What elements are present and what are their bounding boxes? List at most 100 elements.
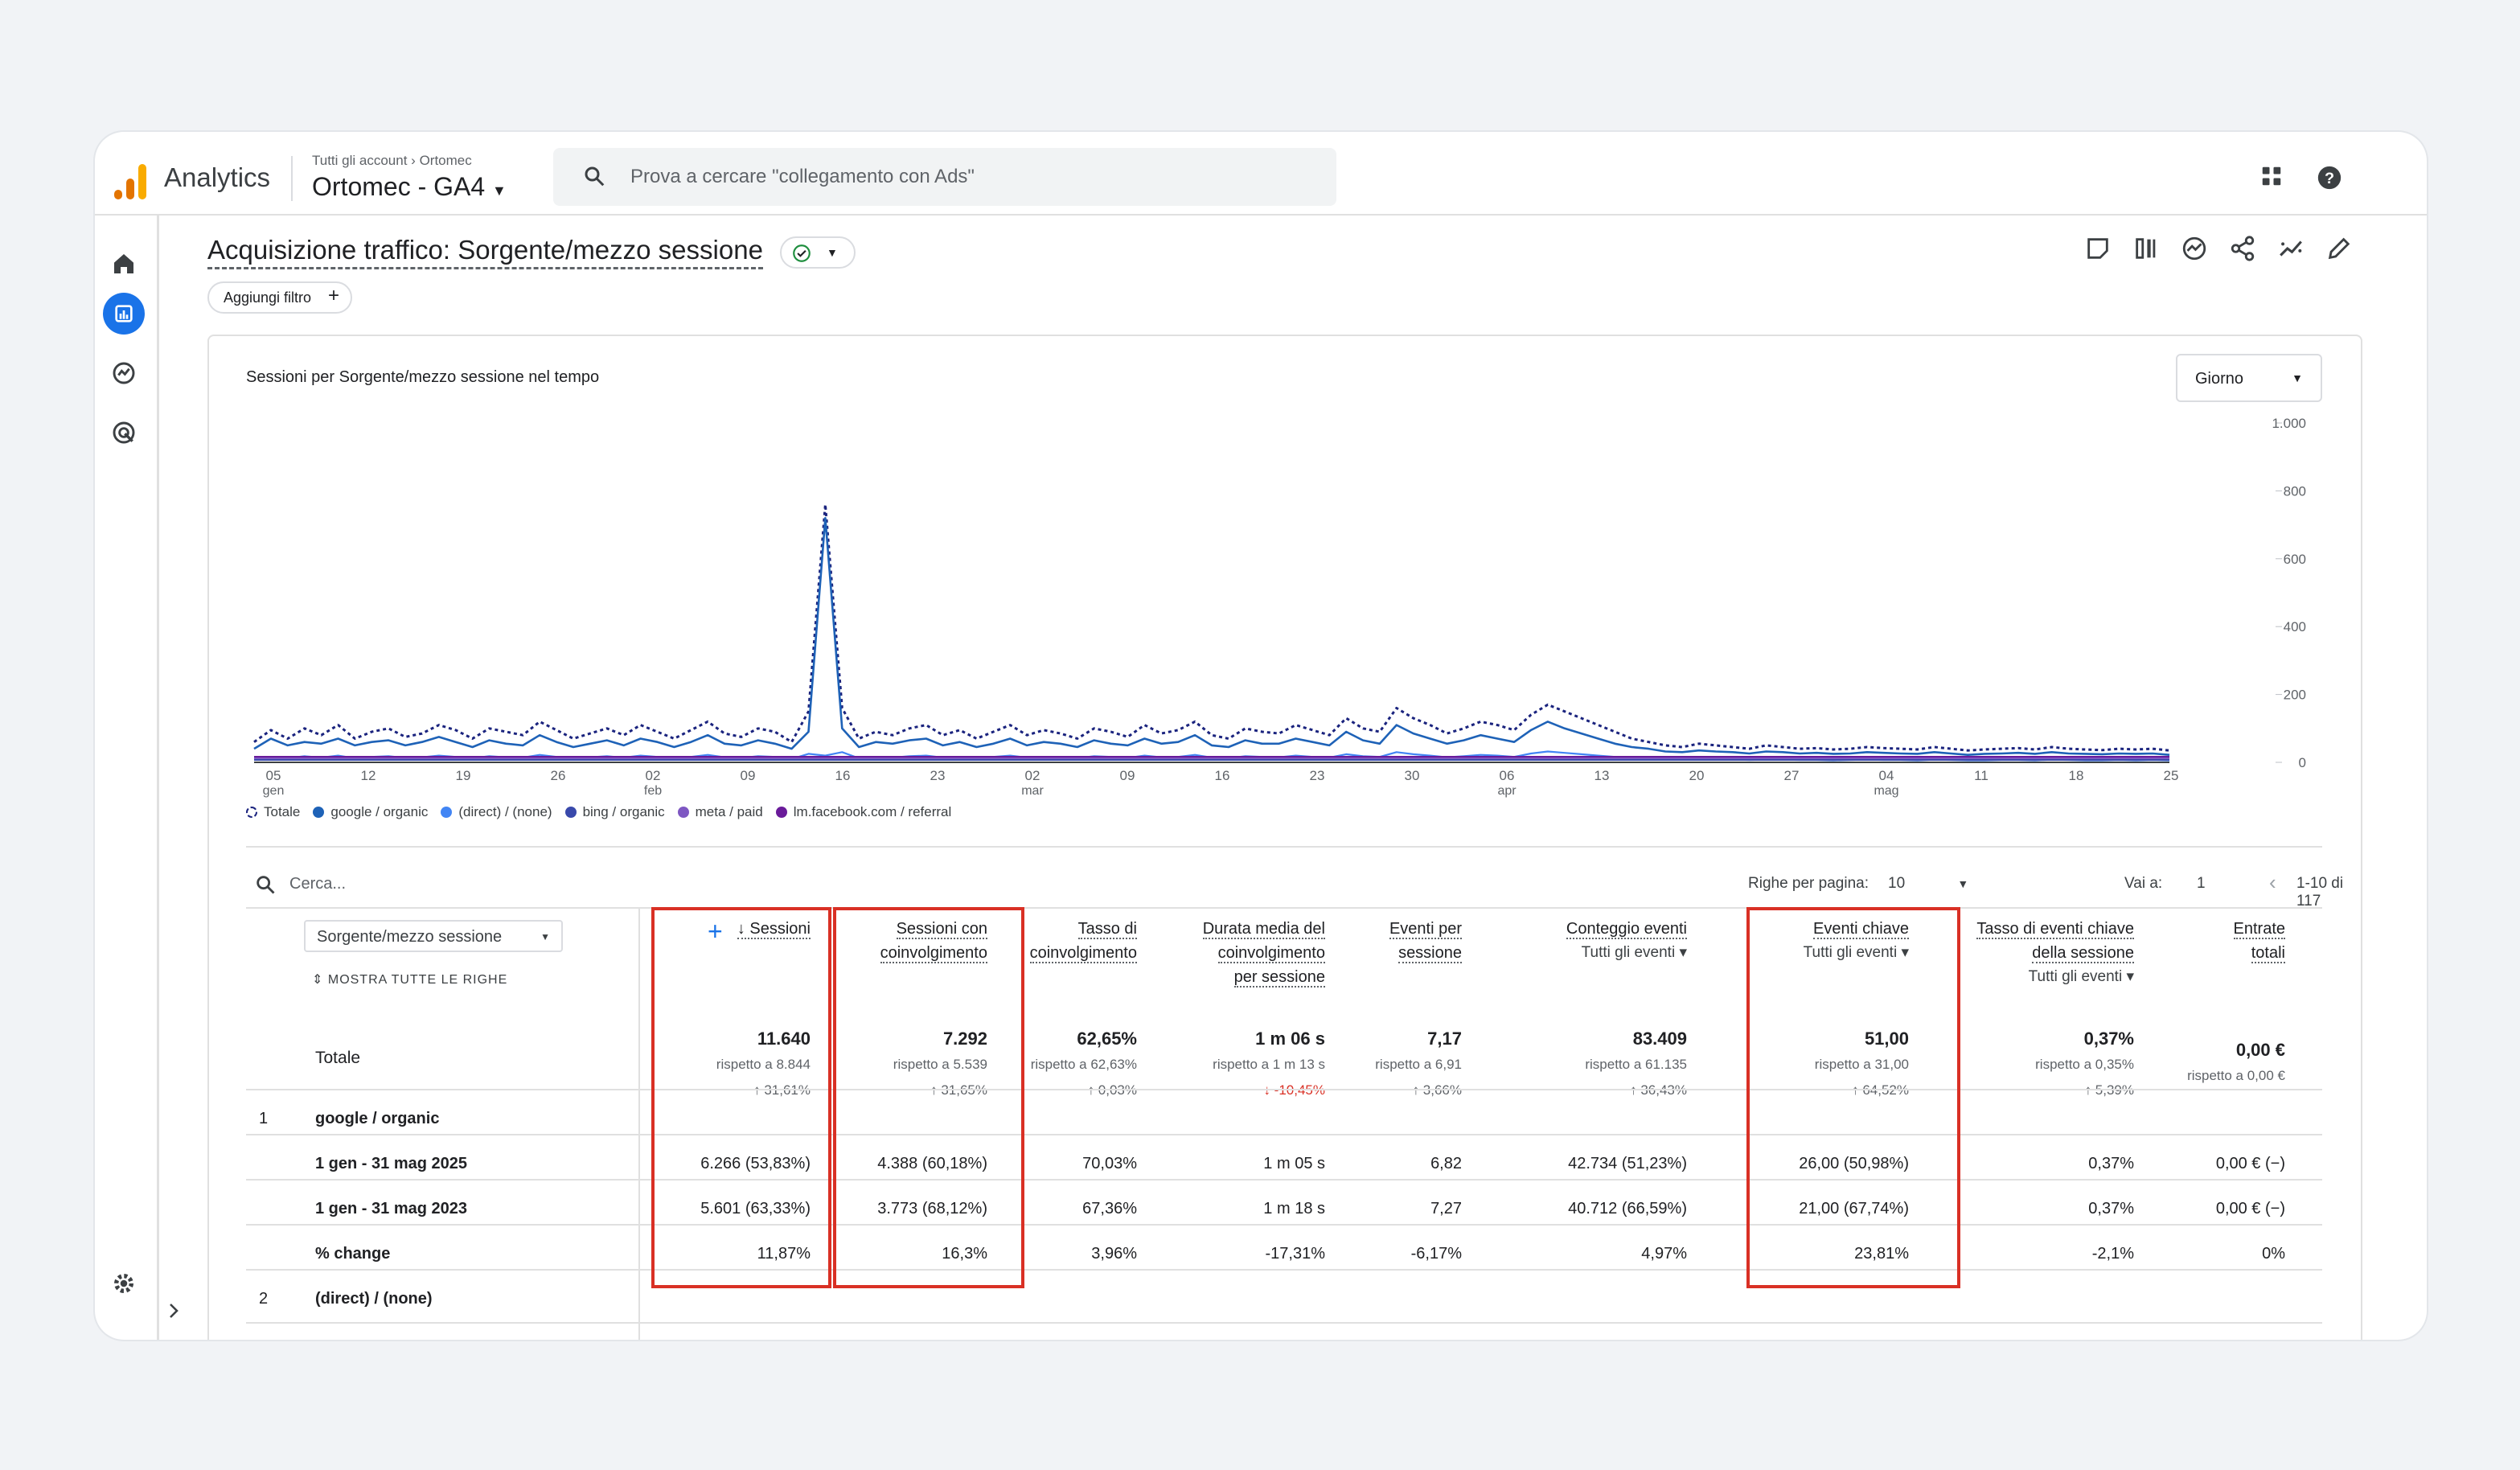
table-cell: 0% bbox=[2262, 1245, 2285, 1263]
x-tick-label: 11 bbox=[1974, 768, 1989, 783]
legend-swatch bbox=[246, 807, 257, 818]
dimension-select[interactable]: Sorgente/mezzo sessione ▼ bbox=[304, 920, 563, 952]
totals-value: 0,00 € bbox=[2235, 1040, 2285, 1060]
column-header[interactable]: Conteggio eventi Tutti gli eventi ▾ bbox=[1494, 917, 1687, 965]
search-bar[interactable]: Prova a cercare "collegamento con Ads" bbox=[553, 148, 1336, 206]
rows-per-page-select[interactable]: 10 ▼ bbox=[1888, 875, 1968, 893]
y-tick-label: 800 bbox=[2284, 483, 2306, 499]
totals-comparison: rispetto a 6,91 bbox=[1375, 1057, 1462, 1072]
column-header-line: Entrate bbox=[2092, 917, 2285, 941]
totals-comparison: rispetto a 0,00 € bbox=[2187, 1068, 2285, 1083]
divider bbox=[246, 1269, 2322, 1271]
chevron-left-icon[interactable]: ‹ bbox=[2269, 870, 2276, 895]
column-header-text: per sessione bbox=[1233, 968, 1325, 988]
totals-change: ↑ 36,43% bbox=[1494, 1078, 1687, 1103]
x-tick-label: 20 bbox=[1689, 768, 1705, 783]
property-selector[interactable]: Ortomec - GA4 ▼ bbox=[312, 172, 507, 202]
expand-chevron-icon[interactable] bbox=[164, 1301, 183, 1320]
insights-icon[interactable] bbox=[2181, 235, 2208, 262]
x-tick-label: 02 bbox=[646, 768, 661, 783]
x-tick-label: 16 bbox=[1215, 768, 1230, 783]
x-tick-label: 26 bbox=[551, 768, 566, 783]
left-nav-rail bbox=[95, 216, 159, 1340]
event-filter-select[interactable]: Tutti gli eventi ▾ bbox=[1494, 941, 1687, 965]
granularity-select[interactable]: Giorno ▼ bbox=[2176, 354, 2322, 402]
table-cell: 42.734 (51,23%) bbox=[1568, 1155, 1687, 1172]
compare-icon[interactable] bbox=[2132, 235, 2160, 262]
divider bbox=[638, 907, 640, 1340]
table-cell: 0,00 € (−) bbox=[2215, 1200, 2285, 1217]
divider bbox=[246, 1224, 2322, 1226]
expand-arrows-icon: ⇕ bbox=[312, 973, 328, 987]
legend-item[interactable]: lm.facebook.com / referral bbox=[775, 804, 952, 820]
chart-legend: Totale google / organic (direct) / (none) b… bbox=[246, 804, 951, 820]
add-filter-button[interactable]: Aggiungi filtro + bbox=[207, 281, 352, 314]
show-all-rows-button[interactable]: ⇕ MOSTRA TUTTE LE RIGHE bbox=[312, 971, 507, 988]
row-index: 2 bbox=[259, 1290, 269, 1308]
legend-item[interactable]: google / organic bbox=[313, 804, 428, 820]
explore-icon[interactable] bbox=[111, 360, 137, 386]
column-header-line: Conteggio eventi bbox=[1494, 917, 1687, 941]
table-search-input[interactable]: Cerca... bbox=[289, 875, 346, 893]
column-header-line: per sessione bbox=[1132, 965, 1325, 989]
search-icon bbox=[257, 876, 275, 894]
analytics-logo-icon[interactable] bbox=[113, 162, 148, 201]
breadcrumb-account[interactable]: Ortomec bbox=[420, 153, 472, 168]
report-status-badge[interactable]: ▼ bbox=[780, 236, 856, 269]
legend-label: lm.facebook.com / referral bbox=[793, 804, 952, 819]
dimension-value: Sorgente/mezzo sessione bbox=[317, 928, 503, 946]
table-cell: -6,17% bbox=[1410, 1245, 1462, 1263]
search-icon bbox=[585, 166, 605, 187]
apps-grid-icon[interactable] bbox=[2259, 164, 2284, 188]
column-header-line: totali bbox=[2092, 941, 2285, 965]
caret-down-icon: ▼ bbox=[492, 183, 507, 199]
column-header-text: Tasso di bbox=[1077, 920, 1137, 939]
x-tick-label: 09 bbox=[741, 768, 756, 783]
x-tick-label: 09 bbox=[1120, 768, 1135, 783]
group-row[interactable]: 2 (direct) / (none) bbox=[259, 1290, 433, 1308]
legend-item[interactable]: meta / paid bbox=[677, 804, 763, 820]
account-breadcrumb[interactable]: Tutti gli account › Ortomec bbox=[312, 153, 472, 169]
share-icon[interactable] bbox=[2229, 235, 2256, 262]
breadcrumb-root[interactable]: Tutti gli account bbox=[312, 153, 407, 168]
home-icon[interactable] bbox=[111, 251, 137, 277]
table-cell: 0,00 € (−) bbox=[2215, 1155, 2285, 1172]
highlight-sessions bbox=[651, 907, 831, 1288]
totals-cell: 0,00 € rispetto a 0,00 € bbox=[2092, 1037, 2285, 1089]
trend-icon[interactable] bbox=[2277, 235, 2305, 262]
x-tick-label: 19 bbox=[456, 768, 471, 783]
legend-item[interactable]: bing / organic bbox=[564, 804, 665, 820]
top-bar: Analytics Tutti gli account › Ortomec Or… bbox=[95, 132, 2427, 216]
legend-item[interactable]: Totale bbox=[246, 804, 300, 820]
column-header-text: Entrate bbox=[2233, 920, 2285, 939]
sessions-line-chart[interactable]: 1.000800600400200005gen12 19 26 02feb09 16 23… bbox=[209, 409, 2364, 803]
divider bbox=[246, 1322, 2322, 1324]
x-tick-label: 18 bbox=[2069, 768, 2084, 783]
table-cell: 6,82 bbox=[1430, 1155, 1462, 1172]
divider bbox=[246, 907, 2322, 909]
goto-page-input[interactable]: 1 bbox=[2197, 875, 2206, 893]
x-tick-label: 27 bbox=[1784, 768, 1800, 783]
series-line bbox=[253, 516, 2170, 757]
y-tick-label: 600 bbox=[2284, 552, 2306, 567]
save-report-icon[interactable] bbox=[2084, 235, 2112, 262]
table-cell: 40.712 (66,59%) bbox=[1568, 1200, 1687, 1217]
totals-label: Totale bbox=[315, 1049, 361, 1067]
row-label: 1 gen - 31 mag 2023 bbox=[315, 1200, 467, 1217]
reports-icon[interactable] bbox=[111, 301, 137, 326]
event-filter-select[interactable]: Tutti gli eventi ▾ bbox=[1941, 965, 2134, 989]
table-cell: 4,97% bbox=[1641, 1245, 1687, 1263]
svg-text:?: ? bbox=[2325, 170, 2334, 187]
column-header-text: sessione bbox=[1398, 944, 1462, 963]
legend-item[interactable]: (direct) / (none) bbox=[441, 804, 552, 820]
legend-swatch bbox=[441, 807, 453, 818]
advertising-icon[interactable] bbox=[111, 420, 137, 446]
group-row[interactable]: 1 google / organic bbox=[259, 1110, 439, 1128]
edit-pencil-icon[interactable] bbox=[2325, 235, 2353, 262]
help-icon[interactable]: ? bbox=[2316, 164, 2343, 191]
column-header[interactable]: Eventi per sessione bbox=[1269, 917, 1462, 965]
plus-icon: + bbox=[327, 285, 339, 306]
column-header[interactable]: Entrate totali bbox=[2092, 917, 2285, 965]
pagination-range: 1-10 di 117 bbox=[2296, 875, 2344, 910]
settings-gear-icon[interactable] bbox=[111, 1271, 137, 1296]
